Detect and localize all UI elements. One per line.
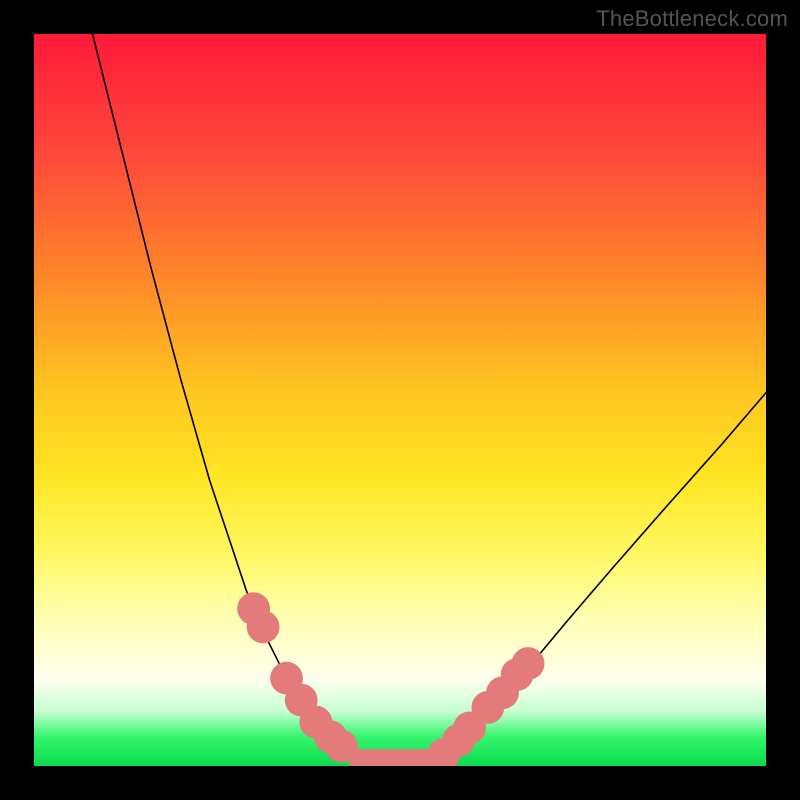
markers-left-group (237, 592, 358, 762)
marker-dot (247, 611, 280, 644)
curve-left-branch (93, 34, 364, 761)
chart-overlay (34, 34, 766, 766)
valley-marker-band (349, 749, 441, 766)
marker-dot (325, 730, 358, 763)
chart-frame: TheBottleneck.com (0, 0, 800, 800)
watermark-text: TheBottleneck.com (596, 6, 788, 32)
marker-dot (512, 647, 545, 680)
markers-right-group (428, 647, 545, 766)
